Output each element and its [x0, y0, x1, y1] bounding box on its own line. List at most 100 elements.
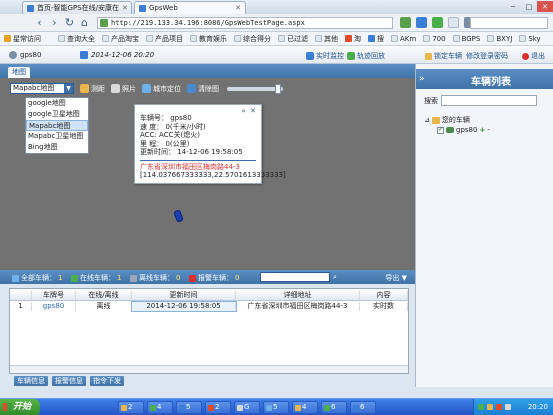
photo-tool[interactable]: 照片 [111, 84, 136, 94]
map-type-select[interactable]: Mapabc地图 ▼ [10, 83, 74, 94]
map-type-option[interactable]: google地图 [26, 98, 88, 109]
ime-icon[interactable] [505, 404, 511, 410]
column-header[interactable]: 在线/离线 [76, 291, 132, 300]
start-button[interactable]: 开始 [0, 399, 40, 415]
favorite-item[interactable]: AKm [391, 35, 416, 43]
tab-vehicle-info[interactable]: 车辆信息 [14, 376, 48, 386]
column-header[interactable]: 车牌号 [32, 291, 76, 300]
search-icon[interactable]: ⌕ [333, 273, 337, 282]
column-header[interactable]: 更新时间 [132, 291, 236, 300]
address-icons [400, 17, 475, 28]
map-type-option[interactable]: Mapabc地图 [26, 120, 88, 131]
more-icon[interactable]: - [487, 126, 490, 134]
vehicle-checkbox[interactable] [437, 125, 444, 134]
security-icon[interactable] [432, 17, 443, 28]
column-header[interactable]: 详细地址 [236, 291, 360, 300]
close-window-icon[interactable]: ✕ [537, 1, 553, 12]
expand-icon[interactable]: ⊿ [424, 116, 430, 124]
logout-link[interactable]: 退出 [522, 51, 545, 61]
map-type-option[interactable]: Mapabc卫星地图 [26, 131, 88, 142]
offline-vehicles-count[interactable]: 离线车辆： 0 [130, 273, 180, 283]
close-tab-icon[interactable]: ✕ [235, 4, 241, 12]
table-row[interactable]: 1 gps80 离线 2014-12-06 19:58:05 广东省深圳市福田区… [10, 301, 408, 312]
plate-link[interactable]: gps80 [32, 302, 76, 311]
time-cell: 2014-12-06 19:58:05 [131, 301, 237, 312]
favorite-item[interactable]: 产品项目 [146, 34, 183, 44]
tree-vehicle[interactable]: gps80 + - [437, 125, 490, 134]
back-icon[interactable]: ‹ [33, 17, 46, 29]
vehicle-icon [12, 274, 19, 282]
collapse-icon[interactable]: » [419, 74, 425, 84]
city-locate-tool[interactable]: 城市定位 [142, 84, 181, 94]
zoom-slider[interactable] [227, 83, 283, 94]
realtime-monitor-button[interactable]: 实时监控 [306, 51, 344, 61]
taskbar-item[interactable]: 5 [263, 401, 289, 414]
map-canvas[interactable]: Mapabc地图 ▼ 测距 照片 城市定位 清除图 google地图 googl… [0, 78, 415, 270]
vehicle-marker-icon[interactable] [173, 209, 184, 223]
antivirus-icon[interactable] [496, 404, 502, 410]
favorite-item[interactable]: 查询大全 [58, 34, 95, 44]
taskbar-item[interactable]: 6 [321, 401, 347, 414]
change-password-link[interactable]: 修改登录密码 [466, 51, 508, 61]
taskbar-item[interactable]: 4 [292, 401, 318, 414]
dropdown-icon[interactable] [448, 17, 459, 28]
tab-command[interactable]: 指令下发 [90, 376, 124, 386]
favorite-item[interactable]: 综合得分 [234, 34, 271, 44]
favorite-item[interactable]: 其他 [315, 34, 338, 44]
taskbar-item[interactable]: 4 [147, 401, 173, 414]
map-type-option[interactable]: google卫星地图 [26, 109, 88, 120]
export-button[interactable]: 导出 ▼ [385, 273, 407, 283]
bookmark-icon[interactable] [400, 17, 411, 28]
taskbar-item[interactable]: 6 [350, 401, 376, 414]
map-type-option[interactable]: Bing地图 [26, 142, 88, 153]
favorite-item[interactable]: BXYJ [487, 35, 512, 43]
horizontal-scrollbar[interactable] [10, 365, 408, 373]
vehicle-list-search-input[interactable] [441, 95, 537, 106]
alarm-vehicles-count[interactable]: 报警车辆： 0 [189, 273, 239, 283]
maximize-icon[interactable]: □ [521, 1, 537, 12]
tree-group[interactable]: ⊿ 您的车辆 [424, 115, 470, 125]
all-vehicles-count[interactable]: 全部车辆： 1 [12, 273, 62, 283]
close-tab-icon[interactable]: ✕ [122, 4, 128, 12]
browser-tab-gpsweb[interactable]: GpsWeb ✕ [134, 1, 246, 14]
compat-icon[interactable] [416, 17, 427, 28]
volume-icon[interactable] [487, 404, 493, 410]
browser-search-input[interactable] [470, 17, 548, 29]
ruler-icon [80, 84, 89, 93]
url-input[interactable]: http://219.133.34.196:8086/GpsWebTestPag… [97, 17, 393, 29]
forward-icon[interactable]: › [48, 17, 61, 29]
refresh-icon[interactable]: ↻ [63, 17, 76, 29]
taskbar-item[interactable]: 2 [118, 401, 144, 414]
vehicle-search-input[interactable] [260, 272, 330, 282]
favorite-item[interactable]: 搜 [368, 34, 384, 44]
browser-tab-home[interactable]: 首页-智能GPS在线/安康在 ✕ [22, 1, 132, 14]
column-header[interactable]: 内容 [360, 291, 408, 300]
taskbar-item[interactable]: 2 [205, 401, 231, 414]
minimize-icon[interactable]: ─ [505, 1, 521, 12]
current-user: gps80 [9, 51, 41, 59]
track-playback-button[interactable]: 轨迹回放 [347, 51, 385, 61]
favorite-item[interactable]: 淘 [345, 34, 361, 44]
online-vehicles-count[interactable]: 在线车辆： 1 [71, 273, 121, 283]
network-icon[interactable] [478, 404, 484, 410]
favorite-item[interactable]: 产品淘宝 [102, 34, 139, 44]
taskbar-item[interactable]: G [234, 401, 260, 414]
lock-vehicle-link[interactable]: 锁定车辆 [425, 51, 462, 61]
favorite-item[interactable]: 700 [423, 35, 446, 43]
taskbar-item[interactable]: 5 [176, 401, 202, 414]
measure-tool[interactable]: 测距 [80, 84, 105, 94]
favorite-item[interactable]: 星常访问 [4, 34, 41, 44]
tab-map[interactable]: 地图 [8, 67, 30, 78]
popup-controls[interactable]: » ✕ [241, 107, 256, 115]
slider-handle[interactable] [275, 83, 281, 94]
favorite-item[interactable]: 已过滤 [278, 34, 308, 44]
tab-alarm-info[interactable]: 报警信息 [52, 376, 86, 386]
add-icon[interactable]: + [479, 126, 485, 134]
chevron-down-icon[interactable]: ▼ [64, 84, 73, 93]
page-icon [278, 35, 285, 42]
home-icon[interactable]: ⌂ [78, 17, 91, 29]
favorite-item[interactable]: Sky [519, 35, 541, 43]
clear-map-tool[interactable]: 清除图 [187, 84, 219, 94]
favorite-item[interactable]: BGPS [452, 35, 480, 43]
favorite-item[interactable]: 教育娱乐 [190, 34, 227, 44]
